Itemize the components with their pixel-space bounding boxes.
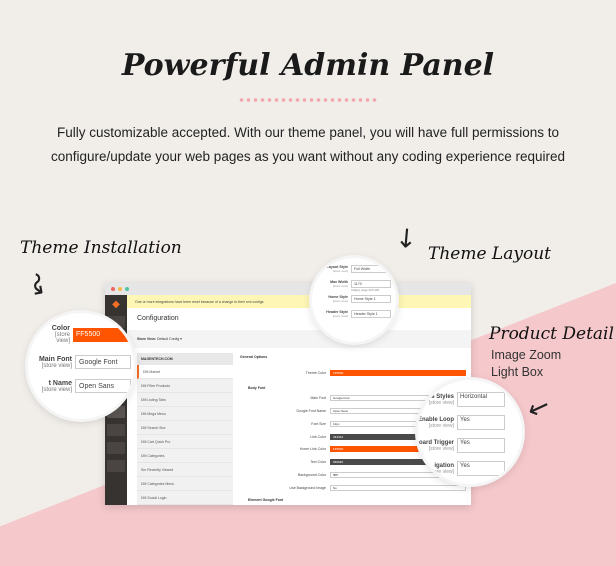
menu-header[interactable]: MAGENTECH.COM (137, 353, 233, 365)
scope-label: [store view] (428, 422, 454, 429)
menu-item[interactable]: DM Social Login (137, 491, 233, 505)
menu-item[interactable]: DM Mega Menu (137, 407, 233, 421)
scope-label: [store view] (428, 468, 454, 475)
scope-label: [store view] (428, 445, 454, 452)
menu-item[interactable]: DM Categories Menu (137, 477, 233, 491)
field-label: Google Font Name (296, 408, 326, 413)
field-label: Color (51, 325, 70, 332)
zoom-row: Enable Loop [store view] Yes (418, 415, 505, 430)
browser-chrome (105, 283, 471, 295)
scope-label: [store view] (332, 269, 348, 273)
page-title: Powerful Admin Panel (121, 48, 495, 83)
store-view-label: Store View: (137, 337, 156, 341)
theme-color-field[interactable]: FF5500 (73, 327, 129, 342)
menu-item[interactable]: DM Filter Products (137, 379, 233, 393)
field-input[interactable]: Full Width (351, 265, 391, 273)
menu-item[interactable]: DM Categories (137, 449, 233, 463)
field-note: Unit(px), range 1170-128 (351, 289, 379, 292)
theme-layout-label: Theme Layout (428, 244, 551, 264)
scope-label: [store view] (332, 284, 348, 288)
product-feature: Light Box (491, 365, 544, 379)
zoom-row: yboard Trigger[store view]Yes (418, 438, 505, 453)
field-input[interactable]: Home Style 1 (351, 295, 391, 303)
zoom-circle-product: umbs Styles [store view] Horizontal Enable … (418, 380, 522, 484)
section-heading: General Options (240, 355, 268, 359)
field-label: igation (434, 462, 454, 469)
field-label: Main Font (38, 355, 72, 363)
notice-bar: One or more integrations have been reset… (127, 295, 471, 308)
field-label: Enable Loop (418, 416, 454, 423)
zoom-row: igation [store view] Yes (418, 461, 505, 476)
field-input[interactable]: No (330, 484, 466, 491)
scope-label: [store view] (332, 299, 348, 303)
zoom-row: Layout Style [store view] Full Width (312, 265, 391, 273)
field-label: Use Background Image (289, 485, 326, 490)
scope-label: [store view] (41, 386, 72, 393)
font-name-field[interactable]: Open Sans (75, 379, 131, 393)
form-row: Theme Color FF5500 (240, 367, 466, 380)
menu-item[interactable]: DM Search Box (137, 421, 233, 435)
zoom-row: umbs Styles [store view] Horizontal (418, 392, 505, 407)
field-label: t Name (48, 379, 72, 387)
field-input[interactable]: Horizontal (457, 392, 505, 407)
theme-installation-label: Theme Installation (20, 238, 182, 258)
menu-item[interactable]: DM Market (137, 365, 233, 379)
field-label: Theme Color (305, 371, 326, 376)
arrow-icon: ↙ (387, 218, 424, 256)
zoom-circle-layout: Layout Style [store view] Full Width Max Wi… (312, 258, 396, 342)
menu-item[interactable]: DM Listing Tabs (137, 393, 233, 407)
field-label: Text Color (310, 460, 326, 465)
field-label: Link Color (310, 434, 326, 439)
dotted-divider (238, 98, 378, 102)
field-label: umbs Styles (418, 393, 454, 400)
store-view-select[interactable]: Default Config (157, 337, 179, 341)
admin-screenshot: ◆ One or more integrations have been res… (105, 283, 471, 505)
menu-item[interactable]: DM Cart Quick Pro (137, 435, 233, 449)
field-label: yboard Trigger (418, 439, 455, 446)
zoom-row: Home Style [store view] Home Style 1 (312, 295, 391, 303)
field-input[interactable]: 1170 (351, 280, 391, 288)
field-input[interactable]: Yes (457, 461, 505, 476)
zoom-row: Max Width [store view] 1170 Unit(px), range… (312, 280, 391, 292)
main-font-field[interactable]: Google Font (75, 355, 131, 369)
product-detail-label: Product Detail (489, 324, 614, 344)
field-label: Font Size (311, 421, 326, 426)
field-label: Background Color (297, 472, 326, 477)
magento-logo-icon: ◆ (112, 299, 120, 310)
scope-label: [store view] (332, 314, 348, 318)
section-heading: Element Google Font (248, 498, 284, 503)
form-row: Use Background Image No (240, 481, 466, 494)
product-feature: Image Zoom (491, 348, 562, 362)
field-input[interactable]: Header Style 1 (351, 310, 391, 318)
field-input[interactable]: FF5500 (330, 370, 466, 377)
config-title: Configuration (137, 315, 179, 322)
section-heading: Body Font (248, 385, 266, 390)
zoom-row: Header Style [store view] Header Style 1 (312, 310, 391, 318)
scope-label: [store view] (54, 332, 70, 344)
zoom-circle-install: Color [store view] FF5500 Main Font [store … (28, 313, 134, 419)
scope-label: [store view] (41, 362, 72, 369)
store-view-bar: Store View: Default Config ▾ (127, 330, 471, 348)
scope-label: [store view] (428, 399, 454, 406)
field-input[interactable]: Yes (457, 438, 505, 453)
description: Fully customizable accepted. With our th… (50, 125, 566, 164)
menu-item[interactable]: Sm Recently Viewed (137, 463, 233, 477)
field-label: Hover Link Color (299, 447, 326, 452)
field-label: Main Font (310, 396, 326, 401)
field-input[interactable]: Yes (457, 415, 505, 430)
config-menu: MAGENTECH.COM DM Market DM Filter Produc… (137, 353, 233, 505)
arrow-icon: ↝ (22, 270, 57, 297)
